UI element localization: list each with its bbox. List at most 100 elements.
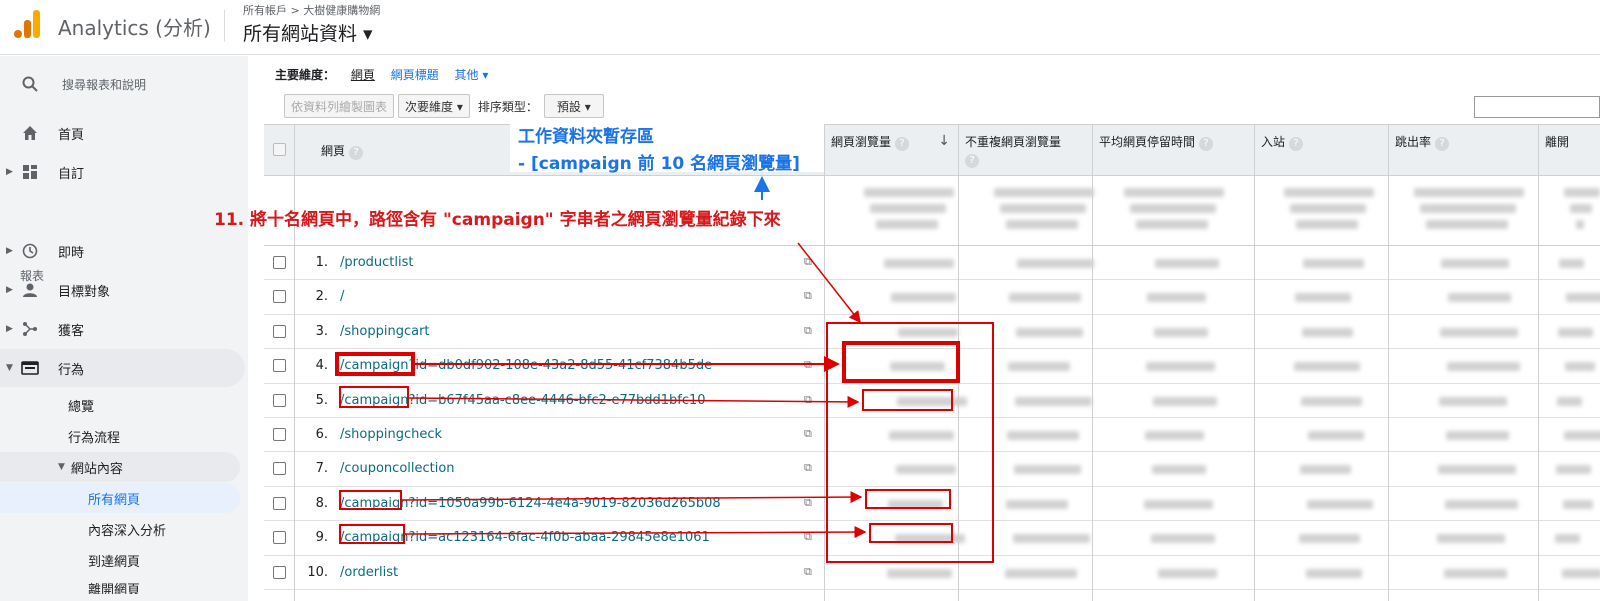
campaign-highlight-box — [339, 524, 405, 544]
sort-desc-icon[interactable]: ↓ — [938, 133, 950, 149]
open-page-icon[interactable]: ⧉ — [804, 358, 812, 372]
sidebar-item-landing-pages[interactable]: 到達網頁 — [0, 545, 245, 575]
column-divider — [1254, 124, 1255, 601]
caret-right-icon: ▶ — [6, 246, 13, 256]
table-search-input[interactable] — [1474, 96, 1600, 118]
column-header-bounce-rate[interactable]: 跳出率? — [1388, 125, 1538, 177]
sidebar-item-label: 目標對象 — [58, 284, 111, 300]
value-highlight-box — [865, 489, 951, 509]
row-page-path[interactable]: /couponcollection — [340, 461, 455, 476]
caret-right-icon: ▶ — [6, 285, 13, 295]
secondary-dimension-dropdown[interactable]: 次要維度 ▾ — [398, 94, 470, 118]
sidebar-item-site-content[interactable]: ▼ 網站內容 — [0, 452, 240, 482]
view-selector[interactable]: 所有網站資料 ▾ — [243, 19, 373, 46]
open-page-icon[interactable]: ⧉ — [804, 461, 812, 475]
open-page-icon[interactable]: ⧉ — [804, 393, 812, 407]
row-checkbox[interactable] — [273, 462, 286, 476]
blurred-value — [1294, 362, 1360, 372]
open-page-icon[interactable]: ⧉ — [804, 427, 812, 441]
open-page-icon[interactable]: ⧉ — [804, 565, 812, 579]
help-icon[interactable]: ? — [1289, 137, 1304, 151]
open-page-icon[interactable]: ⧉ — [804, 496, 812, 510]
blurred-value — [1015, 396, 1092, 406]
help-icon[interactable]: ? — [895, 137, 910, 151]
open-page-icon[interactable]: ⧉ — [804, 530, 812, 544]
analytics-logo-icon[interactable] — [12, 8, 42, 40]
blurred-value — [1151, 534, 1215, 544]
row-page-path[interactable]: /shoppingcart — [340, 324, 430, 339]
blurred-value — [1439, 396, 1507, 406]
sidebar-item-audience[interactable]: ▶ 目標對象 — [0, 271, 245, 309]
sidebar-item-home[interactable]: 首頁 — [0, 114, 245, 152]
column-divider — [1092, 124, 1093, 601]
row-number: 6. — [315, 427, 328, 442]
sidebar: 搜尋報表和說明 首頁 ▶ 自訂 報表 ▶ 即時 ▶ 目標對象 ▶ 獲客 ▼ 行為… — [0, 56, 248, 601]
blurred-value — [1437, 534, 1505, 544]
caret-down-icon: ▼ — [6, 363, 13, 373]
blurred-value — [1557, 396, 1582, 406]
help-icon[interactable]: ? — [1199, 137, 1214, 151]
sort-type-label: 排序類型： — [477, 99, 538, 114]
row-checkbox[interactable] — [273, 531, 286, 545]
row-checkbox[interactable] — [273, 324, 286, 338]
row-checkbox[interactable] — [273, 496, 286, 510]
blurred-value — [1006, 499, 1068, 509]
column-header-pageviews[interactable]: 網頁瀏覽量? ↓ — [824, 125, 958, 177]
help-icon[interactable]: ? — [349, 146, 364, 160]
sort-type-dropdown[interactable]: 預設 ▾ — [543, 94, 604, 118]
help-icon[interactable]: ? — [1435, 137, 1450, 151]
blurred-total — [1136, 220, 1208, 229]
row-checkbox[interactable] — [273, 290, 286, 304]
campaign-highlight-box — [339, 386, 409, 408]
sidebar-item-all-pages[interactable]: 所有網頁 — [0, 483, 240, 513]
select-all-checkbox[interactable] — [273, 143, 286, 156]
sidebar-search[interactable]: 搜尋報表和說明 — [0, 65, 245, 103]
row-number: 5. — [315, 392, 328, 408]
blurred-value — [1440, 327, 1518, 337]
row-checkbox[interactable] — [273, 359, 286, 373]
plot-rows-button[interactable]: 依資料列繪製圖表 — [284, 94, 395, 118]
sidebar-item-behavior[interactable]: ▼ 行為 — [0, 349, 245, 387]
sidebar-item-content-drilldown[interactable]: 內容深入分析 — [0, 514, 245, 544]
row-checkbox[interactable] — [273, 565, 286, 579]
table-row[interactable]: 2. / ⧉ — [264, 280, 1600, 315]
sidebar-item-label: 首頁 — [58, 127, 85, 143]
column-header-label: 入站 — [1261, 135, 1286, 149]
row-page-path[interactable]: / — [340, 289, 344, 304]
blurred-value — [1146, 362, 1215, 372]
blurred-value — [1153, 396, 1217, 406]
help-icon[interactable]: ? — [965, 154, 979, 168]
open-page-icon[interactable]: ⧉ — [804, 289, 812, 303]
row-checkbox[interactable] — [273, 393, 286, 407]
column-header-avg-time[interactable]: 平均網頁停留時間? — [1092, 125, 1254, 177]
blurred-value — [1306, 568, 1362, 578]
dimension-page-title[interactable]: 網頁標題 — [391, 68, 439, 82]
table-row[interactable]: 1. /productlist ⧉ — [264, 246, 1600, 281]
row-page-path[interactable]: /orderlist — [340, 565, 398, 580]
sidebar-item-customize[interactable]: ▶ 自訂 — [0, 153, 245, 191]
sidebar-item-overview[interactable]: 總覽 — [0, 390, 245, 420]
sidebar-item-behavior-flow[interactable]: 行為流程 — [0, 421, 245, 451]
row-page-path[interactable]: /shoppingcheck — [340, 427, 442, 442]
open-page-icon[interactable]: ⧉ — [804, 255, 812, 269]
row-checkbox[interactable] — [273, 256, 286, 269]
value-highlight-box — [862, 389, 953, 411]
sidebar-item-label: 行為流程 — [68, 430, 121, 446]
sidebar-item-exit-pages[interactable]: 離開網頁 — [0, 576, 245, 594]
sidebar-item-acquisition[interactable]: ▶ 獲客 — [0, 310, 245, 348]
column-header-unique-pageviews[interactable]: 不重複網頁瀏覽量? — [958, 125, 1092, 177]
column-header-exit-pct[interactable]: 離開 — [1538, 125, 1600, 177]
row-checkbox[interactable] — [273, 428, 286, 441]
blurred-value — [1017, 259, 1094, 268]
column-header-entrances[interactable]: 入站? — [1254, 125, 1388, 177]
open-page-icon[interactable]: ⧉ — [804, 324, 812, 338]
column-divider — [1388, 124, 1389, 601]
table-header: 網頁? 網頁瀏覽量? ↓ 不重複網頁瀏覽量? 平均網頁停留時間? 入站? 跳出率… — [264, 124, 1600, 177]
row-page-path[interactable]: /productlist — [340, 255, 413, 270]
breadcrumb[interactable]: 所有帳戶 > 大樹健康購物網 — [243, 2, 380, 18]
dimension-page[interactable]: 網頁 — [351, 68, 375, 82]
app-title: Analytics (分析) — [58, 16, 211, 40]
sidebar-item-realtime[interactable]: ▶ 即時 — [0, 232, 245, 270]
row-number: 1. — [315, 255, 328, 270]
dimension-other-dropdown[interactable]: 其他 ▾ — [455, 68, 489, 82]
